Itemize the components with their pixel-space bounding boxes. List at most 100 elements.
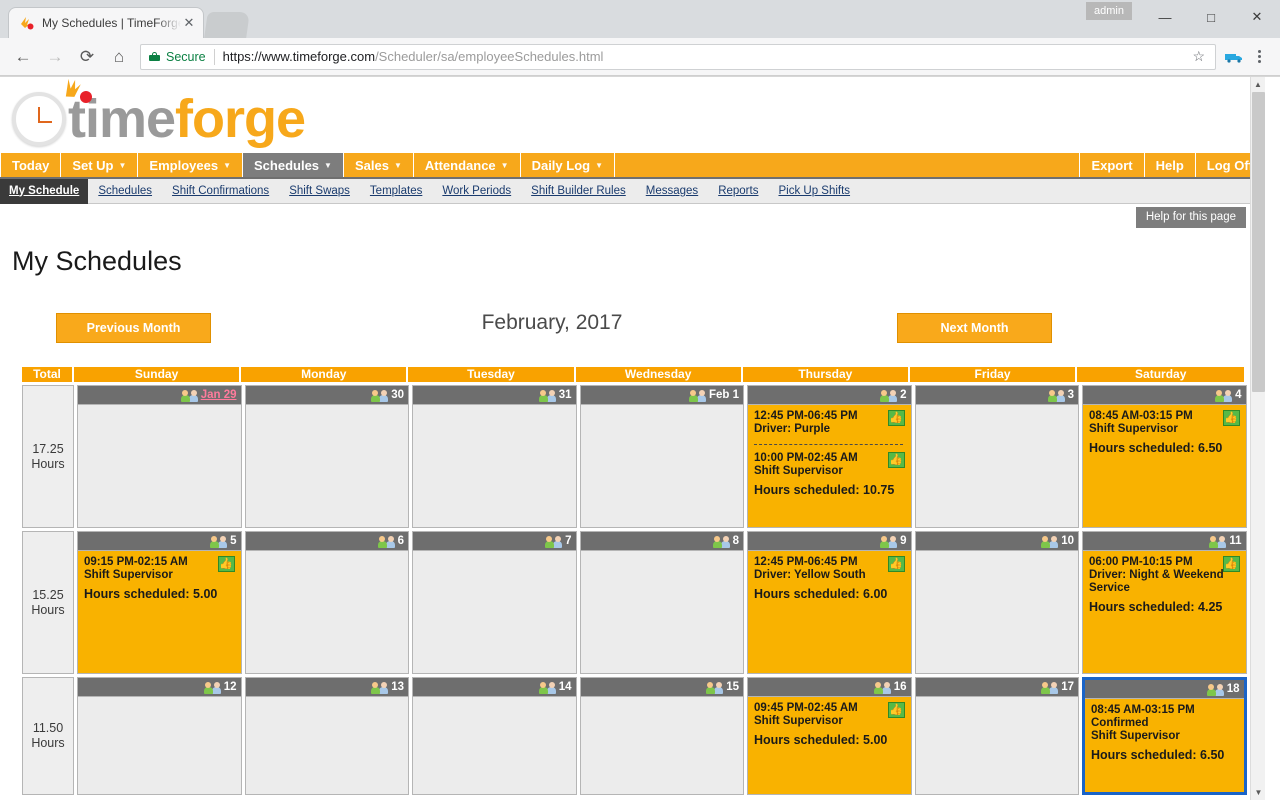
mainnav-item-daily-log[interactable]: Daily Log ▼ (521, 153, 616, 177)
subnav-item-pick-up-shifts[interactable]: Pick Up Shifts (768, 185, 860, 197)
calendar-day-cell[interactable]: 31 (412, 385, 577, 528)
calendar-day-cell[interactable]: 5 09:15 PM-02:15 AM Shift Supervisor 👍 Hours… (77, 531, 242, 674)
shift-role: Shift Supervisor (1091, 730, 1180, 742)
calendar-day-cell[interactable]: Feb 1 (579, 385, 744, 528)
thumbs-up-icon[interactable]: 👍 (887, 410, 905, 426)
calendar-day-cell[interactable]: 14 (412, 677, 577, 795)
next-month-button[interactable]: Next Month (897, 313, 1052, 343)
scrollbar-thumb[interactable] (1252, 92, 1265, 392)
mainnav-item-label: Attendance (424, 157, 496, 173)
shift-entry[interactable]: 08:45 AM-03:15 PM Shift Supervisor 👍 (1083, 405, 1246, 436)
page-scrollbar[interactable]: ▲ ▼ (1250, 77, 1265, 800)
shift-hours-scheduled: Hours scheduled: 5.00 (84, 587, 218, 601)
mainnav-item-employees[interactable]: Employees ▼ (138, 153, 243, 177)
calendar-day-header-tuesday: Tuesday (408, 367, 576, 382)
thumbs-up-icon[interactable]: 👍 (1222, 410, 1240, 426)
calendar-day-cell[interactable]: 7 (412, 531, 577, 674)
subnav-item-shift-confirmations[interactable]: Shift Confirmations (162, 185, 279, 197)
day-cell-header: 11 (1083, 532, 1246, 551)
shift-time: 06:00 PM-10:15 PM (1089, 556, 1193, 568)
week-total-value: 11.50 Hours (31, 721, 65, 750)
calendar-day-cell[interactable]: Jan 29 (77, 385, 242, 528)
reload-icon[interactable]: ⟳ (72, 42, 102, 72)
subnav-item-templates[interactable]: Templates (360, 185, 432, 197)
thumbs-up-icon[interactable]: 👍 (1222, 556, 1240, 572)
subnav-item-shift-swaps[interactable]: Shift Swaps (279, 185, 360, 197)
mainnav-item-attendance[interactable]: Attendance ▼ (414, 153, 521, 177)
bookmark-star-icon[interactable]: ☆ (1186, 48, 1211, 65)
shift-entry[interactable]: 08:45 AM-03:15 PM Confirmed Shift Supervi… (1085, 699, 1244, 743)
mainnav-export-link[interactable]: Export (1080, 153, 1145, 177)
mainnav-item-label: Sales (354, 157, 389, 173)
subnav-item-work-periods[interactable]: Work Periods (432, 185, 521, 197)
shift-role: Shift Supervisor (1089, 423, 1178, 435)
shift-entry[interactable]: 09:45 PM-02:45 AM Shift Supervisor 👍 (748, 697, 911, 728)
calendar-day-cell[interactable]: 16 09:45 PM-02:45 AM Shift Supervisor 👍 Hour… (747, 677, 912, 795)
calendar-body: 17.25 Hours Jan 29 30 31 Feb 1 2 12:45 PM-06:45… (22, 385, 1248, 795)
mainnav-item-today[interactable]: Today (0, 153, 62, 177)
timeforge-logo[interactable]: timeforge (12, 78, 1265, 153)
calendar-day-cell[interactable]: 10 (914, 531, 1079, 674)
shift-entry[interactable]: 09:15 PM-02:15 AM Shift Supervisor 👍 (78, 551, 241, 582)
user-badge: admin (1086, 2, 1132, 20)
day-cell-body (246, 551, 409, 673)
maximize-icon[interactable]: □ (1188, 1, 1234, 33)
day-cell-header: 15 (580, 678, 743, 697)
calendar-day-cell[interactable]: 3 (914, 385, 1079, 528)
forward-icon[interactable]: → (40, 42, 70, 72)
calendar-day-cell[interactable]: 4 08:45 AM-03:15 PM Shift Supervisor 👍 Hours… (1082, 385, 1247, 528)
minimize-icon[interactable]: — (1142, 1, 1188, 33)
subnav-item-schedules[interactable]: Schedules (88, 185, 162, 197)
shift-entry[interactable]: 06:00 PM-10:15 PM Driver: Night & Weekend… (1083, 551, 1246, 595)
home-icon[interactable]: ⌂ (104, 42, 134, 72)
thumbs-up-icon[interactable]: 👍 (887, 452, 905, 468)
thumbs-up-icon[interactable]: 👍 (887, 702, 905, 718)
new-tab-button[interactable] (204, 12, 250, 38)
week-total-hours: 17.25 Hours (22, 385, 74, 528)
subnav-item-shift-builder-rules[interactable]: Shift Builder Rules (521, 185, 636, 197)
mainnav-item-set-up[interactable]: Set Up ▼ (61, 153, 139, 177)
mainnav-help-link[interactable]: Help (1145, 153, 1196, 177)
shift-entry[interactable]: 12:45 PM-06:45 PM Driver: Purple 👍 (748, 405, 911, 436)
calendar-day-cell[interactable]: 12 (77, 677, 242, 795)
scroll-down-arrow-icon[interactable]: ▼ (1251, 785, 1266, 800)
mainnav-item-sales[interactable]: Sales ▼ (344, 153, 414, 177)
day-number[interactable]: Jan 29 (201, 389, 237, 401)
shift-entry[interactable]: 12:45 PM-06:45 PM Driver: Yellow South 👍 (748, 551, 911, 582)
subnav-item-reports[interactable]: Reports (708, 185, 768, 197)
calendar-day-cell[interactable]: 6 (244, 531, 409, 674)
shift-time: 12:45 PM-06:45 PM (754, 556, 858, 568)
browser-tab[interactable]: My Schedules | TimeForge ✕ (8, 7, 204, 38)
calendar-day-cell[interactable]: 2 12:45 PM-06:45 PM Driver: Purple 👍 10:00 P… (747, 385, 912, 528)
calendar-day-cell[interactable]: 11 06:00 PM-10:15 PM Driver: Night & Weeke… (1082, 531, 1247, 674)
tab-close-icon[interactable]: ✕ (181, 15, 197, 31)
back-icon[interactable]: ← (8, 42, 38, 72)
shift-time: 08:45 AM-03:15 PM (1089, 410, 1193, 422)
mainnav-item-schedules[interactable]: Schedules ▼ (243, 153, 344, 177)
shift-time: 09:15 PM-02:15 AM (84, 556, 188, 568)
day-number: 17 (1061, 681, 1074, 693)
calendar-day-cell[interactable]: 9 12:45 PM-06:45 PM Driver: Yellow South 👍 H… (747, 531, 912, 674)
scroll-up-arrow-icon[interactable]: ▲ (1251, 77, 1265, 92)
extension-truck-icon[interactable] (1222, 50, 1246, 64)
browser-menu-icon[interactable] (1246, 50, 1272, 63)
day-cell-body (581, 697, 744, 794)
calendar-day-cell[interactable]: 18 08:45 AM-03:15 PM Confirmed Shift Super… (1082, 677, 1247, 795)
calendar-day-cell[interactable]: 13 (244, 677, 409, 795)
subnav-item-messages[interactable]: Messages (636, 185, 708, 197)
shift-entry[interactable]: 10:00 PM-02:45 AM Shift Supervisor 👍 (748, 447, 911, 478)
day-cell-body (916, 697, 1079, 794)
calendar-day-cell[interactable]: 15 (579, 677, 744, 795)
subnav-item-my-schedule[interactable]: My Schedule (0, 178, 89, 204)
thumbs-up-icon[interactable]: 👍 (887, 556, 905, 572)
thumbs-up-icon[interactable]: 👍 (217, 556, 235, 572)
shift-time: 10:00 PM-02:45 AM (754, 452, 858, 464)
calendar-day-cell[interactable]: 30 (244, 385, 409, 528)
calendar-day-cell[interactable]: 17 (914, 677, 1079, 795)
people-icon (538, 389, 556, 402)
help-for-this-page-button[interactable]: Help for this page (1135, 207, 1246, 228)
calendar-day-cell[interactable]: 8 (579, 531, 744, 674)
close-window-icon[interactable]: ✕ (1234, 1, 1280, 33)
address-bar[interactable]: Secure https://www.timeforge.com/Schedul… (140, 43, 1216, 70)
day-cell-body: 06:00 PM-10:15 PM Driver: Night & Weekend… (1083, 551, 1246, 673)
